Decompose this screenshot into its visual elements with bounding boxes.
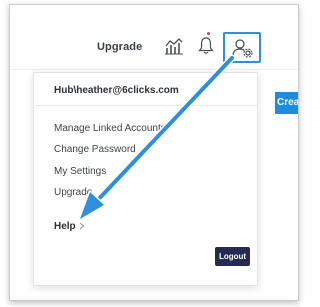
menu-item-my-settings[interactable]: My Settings <box>54 166 106 177</box>
menu-item-upgrade[interactable]: Upgrade <box>54 187 92 198</box>
menu-item-change-password[interactable]: Change Password <box>54 144 136 155</box>
top-navigation-bar: Upgrade <box>10 5 298 70</box>
user-settings-button[interactable] <box>223 32 261 63</box>
account-name: Hub\heather@6clicks.com <box>54 85 179 96</box>
create-button[interactable]: Create <box>275 92 298 114</box>
chevron-right-icon <box>80 222 85 230</box>
menu-item-help[interactable]: Help <box>54 221 85 232</box>
screenshot-canvas: Upgrade Cre Hub\heather@6clicks.com Mana… <box>0 0 307 307</box>
bell-icon[interactable] <box>198 36 214 60</box>
bar-chart-icon[interactable] <box>164 37 184 60</box>
user-gear-icon <box>232 39 253 58</box>
notification-dot <box>207 32 210 35</box>
divider <box>34 105 257 106</box>
menu-item-manage-linked-accounts[interactable]: Manage Linked Accounts <box>54 123 166 134</box>
user-menu-dropdown: Hub\heather@6clicks.com Manage Linked Ac… <box>33 72 258 286</box>
logout-button[interactable]: Logout <box>215 247 250 266</box>
upgrade-link[interactable]: Upgrade <box>97 41 142 53</box>
help-label: Help <box>54 221 76 232</box>
